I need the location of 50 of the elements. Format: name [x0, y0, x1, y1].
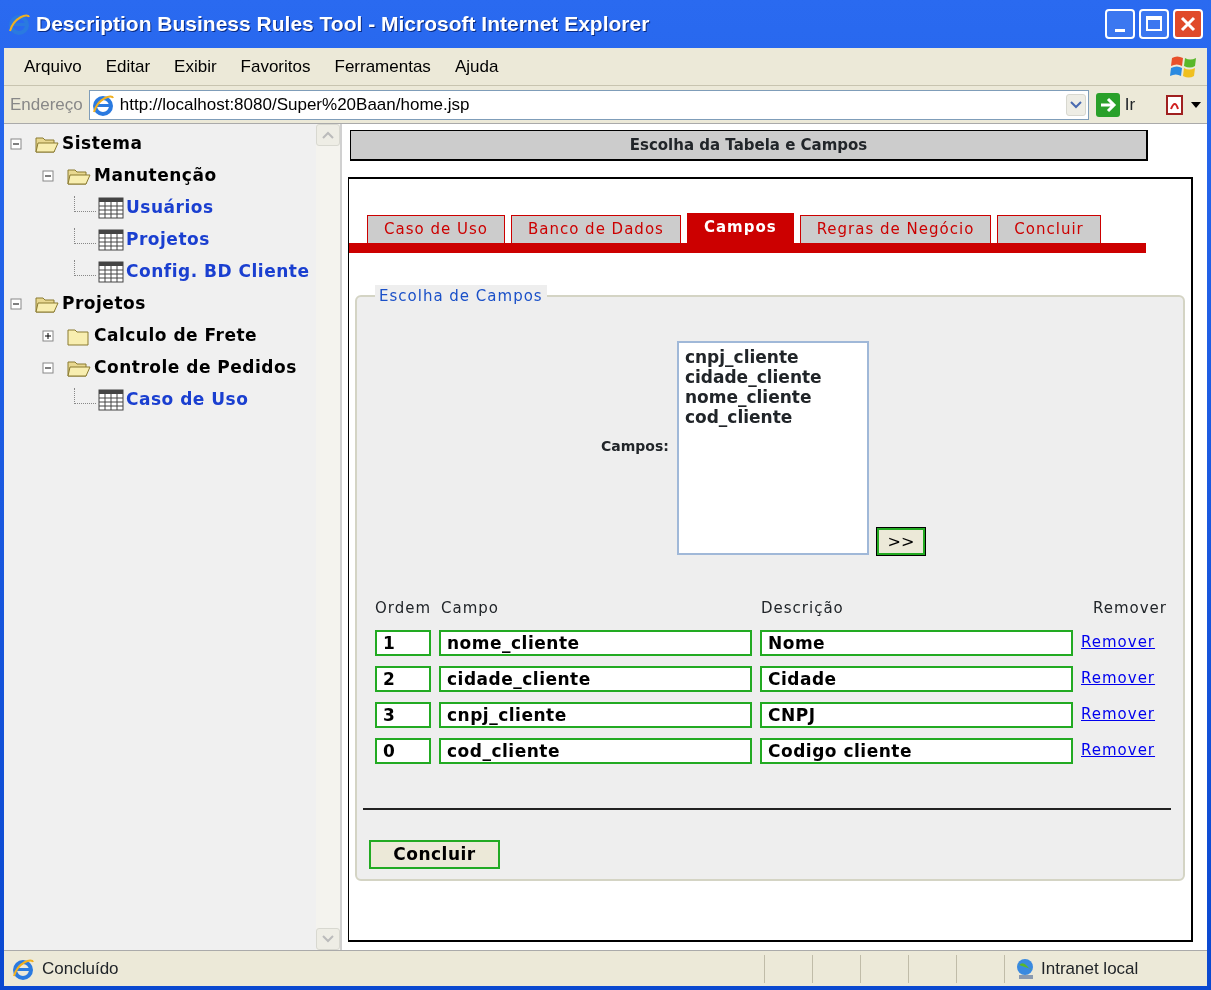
remove-link[interactable]: Remover	[1081, 667, 1156, 690]
zone-text: Intranet local	[1041, 957, 1139, 980]
input-field[interactable]: Codigo cliente	[760, 737, 1073, 764]
window-title: Description Business Rules Tool - Microsoft Internet Explorer	[36, 11, 650, 38]
input-field[interactable]: 2	[375, 665, 431, 692]
tree-item[interactable]: Controle de Pedidos	[94, 355, 297, 381]
tab[interactable]: Caso de Uso	[367, 215, 505, 243]
menu-item[interactable]: Arquivo	[12, 53, 94, 80]
input-field[interactable]: CNPJ	[760, 701, 1073, 728]
column-header: Ordem	[375, 598, 433, 619]
go-button[interactable]: Ir	[1094, 91, 1136, 118]
tree-item[interactable]: Usuários	[126, 195, 214, 221]
column-header: Campo	[441, 598, 500, 619]
add-button[interactable]: >>	[876, 528, 925, 555]
menu-item[interactable]: Ferramentas	[322, 53, 443, 80]
tab[interactable]: Concluir	[997, 215, 1101, 243]
input-field[interactable]: cnpj_cliente	[439, 701, 752, 728]
input-field[interactable]: 3	[375, 701, 431, 728]
input-field[interactable]: nome_cliente	[439, 629, 752, 656]
submit-button[interactable]: Concluir	[369, 839, 500, 869]
tree-item[interactable]: Calculo de Frete	[94, 323, 258, 349]
menu-item[interactable]: Ajuda	[442, 53, 511, 80]
input-field[interactable]: Nome	[760, 629, 1073, 656]
input-field[interactable]: cod_cliente	[439, 737, 752, 764]
status-text: Concluído	[42, 957, 119, 980]
tree-item[interactable]: Manutenção	[94, 163, 217, 189]
tree-item[interactable]: Sistema	[62, 131, 143, 157]
tree-item[interactable]: Projetos	[126, 227, 210, 253]
remove-link[interactable]: Remover	[1081, 739, 1156, 762]
input-field[interactable]: 1	[375, 629, 431, 656]
field-label: Campos:	[601, 437, 669, 456]
menu-item[interactable]: Exibir	[162, 53, 229, 80]
input-field[interactable]: cidade_cliente	[439, 665, 752, 692]
remove-link[interactable]: Remover	[1081, 703, 1156, 726]
tab[interactable]: Regras de Negócio	[799, 215, 992, 243]
remove-link[interactable]: Remover	[1081, 631, 1156, 654]
tab[interactable]: Campos	[686, 213, 794, 243]
list-box[interactable]: cnpj_cliente cidade_cliente nome_cliente cod_cliente	[676, 341, 869, 555]
tree-item[interactable]: Projetos	[62, 291, 146, 317]
menu-item[interactable]: Favoritos	[228, 53, 323, 80]
column-header: Remover	[1091, 598, 1167, 619]
column-header: Descrição	[761, 598, 845, 619]
address-label: Endereço	[10, 93, 83, 116]
tree-item[interactable]: Caso de Uso	[126, 387, 249, 413]
input-field[interactable]: Cidade	[760, 665, 1073, 692]
tree-item[interactable]: Config. BD Cliente	[126, 259, 310, 285]
page-header: Escolha da Tabela e Campos	[350, 130, 1148, 161]
tab[interactable]: Banco de Dados	[510, 215, 681, 243]
input-field[interactable]: 0	[375, 737, 431, 764]
menu-item[interactable]: Editar	[93, 53, 163, 80]
